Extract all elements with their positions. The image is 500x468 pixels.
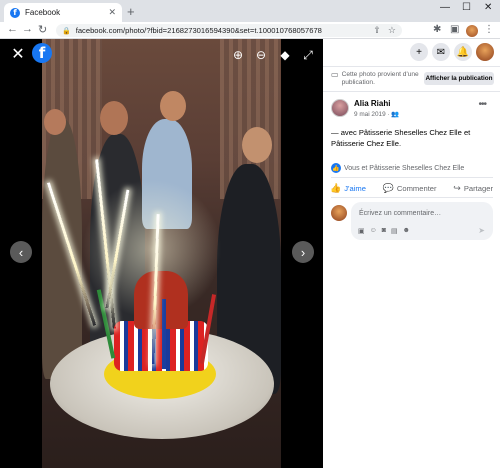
panel-divider-reactions xyxy=(331,177,493,178)
post-caption: — avec Pâtisserie Sheselles Chez Elle et… xyxy=(331,128,471,148)
plus-icon[interactable]: + xyxy=(410,43,428,61)
photo-person-1 xyxy=(42,119,82,379)
browser-tabstrip: f Facebook ✕ + — ☐ ✕ xyxy=(0,0,500,22)
bell-icon[interactable]: 🔔 xyxy=(454,43,472,61)
tab-close-icon[interactable]: ✕ xyxy=(108,7,116,18)
emoji-icon[interactable]: ☺ xyxy=(370,227,377,235)
tab-title: Facebook xyxy=(25,8,61,17)
panel-divider-top xyxy=(323,66,500,67)
bookmark-star-icon[interactable]: ☆ xyxy=(388,25,396,36)
gif-icon[interactable]: ▤ xyxy=(391,227,398,235)
camera-icon[interactable]: ◙ xyxy=(382,227,386,235)
like-reaction-icon: 👍 xyxy=(331,163,341,173)
close-viewer-icon[interactable]: ✕ xyxy=(10,46,26,63)
reactions-summary[interactable]: 👍 Vous et Pâtisserie Sheselles Chez Elle xyxy=(331,163,464,173)
photo-head-1 xyxy=(44,109,66,135)
facebook-logo-icon[interactable]: f xyxy=(32,43,52,63)
zoom-out-icon[interactable]: ⊖ xyxy=(253,47,269,63)
more-options-icon[interactable]: ••• xyxy=(478,99,486,110)
comment-label: Commenter xyxy=(396,184,437,193)
post-panel: + ✉ 🔔 ▭ Cette photo provient d'une publi… xyxy=(323,39,500,468)
forward-icon[interactable]: → xyxy=(22,23,33,35)
top-actions: + ✉ 🔔 xyxy=(410,43,494,61)
window-close-icon[interactable]: ✕ xyxy=(484,2,492,13)
browser-tab[interactable]: f Facebook ✕ xyxy=(4,3,122,22)
panel-divider-actions xyxy=(331,197,493,198)
sticker-icon[interactable]: ▣ xyxy=(358,227,365,235)
new-tab-button[interactable]: + xyxy=(127,4,135,19)
commenter-avatar[interactable] xyxy=(331,205,347,221)
facebook-favicon-icon: f xyxy=(10,7,20,18)
messenger-icon[interactable]: ✉ xyxy=(432,43,450,61)
photo-viewer: ✕ f ⊕ ⊖ ◆ ⤢ ‹ › xyxy=(0,39,323,468)
photo-head-3 xyxy=(242,127,272,163)
like-label: J'aime xyxy=(344,184,366,193)
reactions-text: Vous et Pâtisserie Sheselles Chez Elle xyxy=(344,164,465,172)
maximize-icon[interactable]: ☐ xyxy=(462,2,471,13)
url-text: facebook.com/photo/?fbid=216827301659439… xyxy=(75,26,322,35)
comment-button[interactable]: 💬 Commenter xyxy=(380,181,440,196)
comment-tools: ▣ ☺ ◙ ▤ ☻ xyxy=(358,227,410,235)
share-button[interactable]: ↪ Partager xyxy=(450,181,496,196)
photo-candle-2 xyxy=(162,299,166,369)
comment-input[interactable]: Écrivez un commentaire… ▣ ☺ ◙ ▤ ☻ ➤ xyxy=(351,202,493,240)
minimize-icon[interactable]: — xyxy=(440,2,450,13)
author-avatar[interactable] xyxy=(331,99,349,117)
reload-icon[interactable]: ↻ xyxy=(38,23,47,36)
share-page-icon[interactable]: ⇪ xyxy=(373,25,381,36)
friends-audience-icon: 👥 xyxy=(391,111,400,118)
previous-photo-button[interactable]: ‹ xyxy=(10,241,32,263)
like-button[interactable]: 👍 J'aime xyxy=(327,181,369,196)
avatar-sticker-icon[interactable]: ☻ xyxy=(403,227,410,235)
browser-menu-icon[interactable]: ⋮ xyxy=(484,24,494,35)
post-date[interactable]: 9 mai 2019 · 👥 xyxy=(354,110,399,118)
comment-placeholder: Écrivez un commentaire… xyxy=(359,210,442,217)
like-icon: 👍 xyxy=(330,183,342,193)
address-bar[interactable]: 🔒 facebook.com/photo/?fbid=2168273016594… xyxy=(56,24,402,37)
photo-head-2 xyxy=(100,101,128,135)
share-label: Partager xyxy=(463,184,493,193)
share-icon: ↪ xyxy=(453,183,461,193)
post-date-text: 9 mai 2019 xyxy=(354,111,386,118)
show-publication-button[interactable]: Afficher la publication xyxy=(424,72,494,85)
back-icon[interactable]: ← xyxy=(7,23,18,35)
zoom-in-icon[interactable]: ⊕ xyxy=(230,47,246,63)
tag-icon[interactable]: ◆ xyxy=(277,47,293,63)
photo-source-notice: ▭ Cette photo provient d'une publication… xyxy=(331,71,423,87)
birthday-photo xyxy=(42,39,281,468)
extensions-icon[interactable]: ✱ xyxy=(433,24,441,35)
send-icon[interactable]: ➤ xyxy=(478,226,485,235)
account-avatar[interactable] xyxy=(476,43,494,61)
panel-divider-notice xyxy=(323,91,500,92)
comment-icon: 💬 xyxy=(382,183,394,193)
fullscreen-icon[interactable]: ⤢ xyxy=(300,47,316,63)
author-name[interactable]: Alia Riahi xyxy=(354,99,390,108)
next-photo-button[interactable]: › xyxy=(292,241,314,263)
photo-child-head xyxy=(160,91,186,121)
info-icon: ▭ xyxy=(331,70,339,79)
post-actions: 👍 J'aime 💬 Commenter ↪ Partager xyxy=(327,181,496,196)
notice-text: Cette photo provient d'une publication. xyxy=(341,71,419,86)
browser-profile-avatar[interactable] xyxy=(466,25,478,37)
side-panel-icon[interactable]: ▣ xyxy=(450,24,459,35)
browser-toolbar: ← → ↻ 🔒 facebook.com/photo/?fbid=2168273… xyxy=(0,22,500,39)
photo-cake-top xyxy=(134,271,188,329)
lock-icon: 🔒 xyxy=(62,27,71,35)
